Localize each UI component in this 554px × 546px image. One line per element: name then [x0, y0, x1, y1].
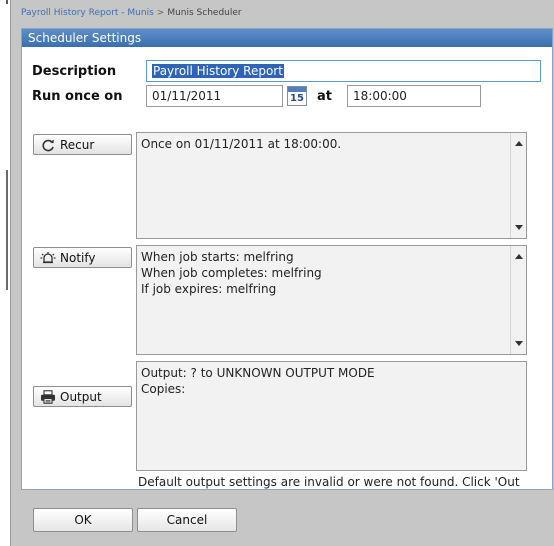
- breadcrumb-link-payroll-history[interactable]: Payroll History Report - Munis: [21, 8, 154, 18]
- recur-button-label: Recur: [60, 137, 95, 152]
- splitter-bar[interactable]: [6, 170, 8, 290]
- recur-scrollbar[interactable]: [510, 133, 526, 238]
- printer-icon: [40, 389, 56, 404]
- recur-button[interactable]: Recur: [33, 134, 132, 155]
- run-date-field[interactable]: 01/11/2011: [146, 85, 283, 107]
- notify-line-completes: When job completes: melfring: [141, 266, 322, 280]
- recur-summary-line: Once on 01/11/2011 at 18:00:00.: [141, 137, 342, 151]
- output-button[interactable]: Output: [33, 386, 132, 407]
- notify-line-expires: If job expires: melfring: [141, 282, 277, 296]
- notify-button[interactable]: Notify: [33, 247, 132, 268]
- at-label: at: [317, 89, 332, 104]
- recur-summary-box: Once on 01/11/2011 at 18:00:00.: [136, 132, 527, 239]
- window-left-edge: [0, 0, 10, 546]
- resize-grip: [6, 0, 8, 4]
- ok-button[interactable]: OK: [33, 508, 133, 532]
- output-summary-box: Output: ? to UNKNOWN OUTPUT MODE Copies:: [136, 361, 527, 471]
- run-once-label: Run once on: [32, 89, 123, 104]
- notify-button-label: Notify: [60, 250, 96, 265]
- scheduler-window: Payroll History Report - Munis > Munis Sch…: [10, 0, 554, 546]
- description-label: Description: [32, 64, 117, 79]
- notify-summary-box: When job starts: melfring When job compl…: [136, 245, 527, 355]
- scroll-up-icon[interactable]: [515, 141, 523, 146]
- output-status-message: Default output settings are invalid or w…: [138, 475, 520, 489]
- dialog-title: Scheduler Settings: [22, 29, 552, 47]
- notify-line-starts: When job starts: melfring: [141, 250, 294, 264]
- cancel-button[interactable]: Cancel: [137, 508, 237, 532]
- notify-scrollbar[interactable]: [510, 246, 526, 354]
- breadcrumb: Payroll History Report - Munis > Munis Sch…: [21, 8, 242, 18]
- alarm-icon: [40, 251, 56, 265]
- refresh-icon: [40, 138, 56, 152]
- output-button-label: Output: [60, 389, 102, 404]
- calendar-day: 15: [290, 93, 304, 104]
- description-field[interactable]: Payroll History Report: [146, 60, 541, 82]
- scheduler-settings-dialog: Scheduler Settings Description Payroll H…: [21, 28, 553, 490]
- run-time-field[interactable]: 18:00:00: [347, 85, 481, 107]
- scroll-up-icon[interactable]: [515, 254, 523, 259]
- output-copies-line: Copies:: [141, 382, 186, 396]
- calendar-icon[interactable]: 15: [287, 86, 307, 106]
- breadcrumb-separator: >: [156, 8, 165, 18]
- breadcrumb-current: Munis Scheduler: [167, 8, 242, 18]
- scroll-down-icon[interactable]: [515, 225, 523, 230]
- description-value: Payroll History Report: [152, 64, 284, 78]
- scroll-down-icon[interactable]: [515, 341, 523, 346]
- output-mode-line: Output: ? to UNKNOWN OUTPUT MODE: [141, 366, 375, 380]
